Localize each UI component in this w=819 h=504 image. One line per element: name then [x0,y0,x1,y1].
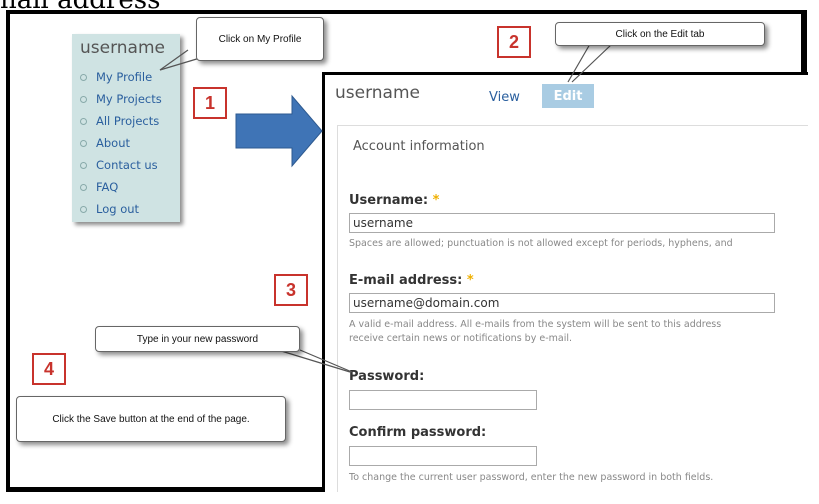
username-label-text: Username: [349,193,429,208]
bullet-icon [80,95,87,103]
menu-username: username [80,38,165,58]
menu-item-label: All Projects [96,114,160,128]
required-mark: * [466,273,474,288]
menu-item-label: Contact us [96,158,158,172]
email-field[interactable]: username@domain.com [349,293,775,313]
step-badge-2: 2 [497,26,531,58]
menu-list: My Profile My Projects All Projects Abou… [80,66,162,220]
menu-item-label: My Profile [96,70,153,84]
confirm-password-field[interactable] [349,446,537,466]
callout-my-profile: Click on My Profile [196,17,324,61]
profile-edit-panel: username View Edit Account information U… [322,72,808,492]
username-help: Spaces are allowed; punctuation is not a… [349,238,733,249]
bullet-icon [80,73,87,81]
menu-item-about[interactable]: About [80,132,162,154]
tab-edit[interactable]: Edit [542,84,594,108]
menu-item-log-out[interactable]: Log out [80,198,162,220]
step-badge-1: 1 [193,87,227,119]
bullet-icon [80,139,87,147]
step-badge-4: 4 [32,353,66,385]
password-help: To change the current user password, ent… [349,472,714,483]
password-label: Password: [349,369,425,384]
callout-save-button: Click the Save button at the end of the … [16,396,286,442]
username-field[interactable]: username [349,213,775,233]
tab-view[interactable]: View [489,90,520,105]
callout-new-password: Type in your new password [95,326,300,352]
menu-item-label: About [96,136,131,150]
bullet-icon [80,205,87,213]
email-help-line-2: receive certain news or notifications by… [349,333,572,344]
email-label-text: E-mail address: [349,273,463,288]
menu-item-contact-us[interactable]: Contact us [80,154,162,176]
email-label: E-mail address: * [349,273,474,288]
menu-item-my-profile[interactable]: My Profile [80,66,162,88]
profile-username-heading: username [335,83,420,103]
user-menu: username My Profile My Projects All Proj… [72,34,180,222]
menu-item-label: Log out [96,202,140,216]
menu-item-label: My Projects [96,92,162,106]
required-mark: * [432,193,440,208]
password-field[interactable] [349,390,537,410]
email-help-line-1: A valid e-mail address. All e-mails from… [349,319,722,330]
username-label: Username: * [349,193,439,208]
fieldset-legend: Account information [349,139,489,154]
callout-edit-tab: Click on the Edit tab [555,22,765,46]
bullet-icon [80,183,87,191]
menu-item-label: FAQ [96,180,119,194]
menu-item-faq[interactable]: FAQ [80,176,162,198]
menu-item-all-projects[interactable]: All Projects [80,110,162,132]
menu-item-my-projects[interactable]: My Projects [80,88,162,110]
bullet-icon [80,117,87,125]
confirm-password-label: Confirm password: [349,425,487,440]
step-badge-3: 3 [274,274,308,306]
bullet-icon [80,161,87,169]
